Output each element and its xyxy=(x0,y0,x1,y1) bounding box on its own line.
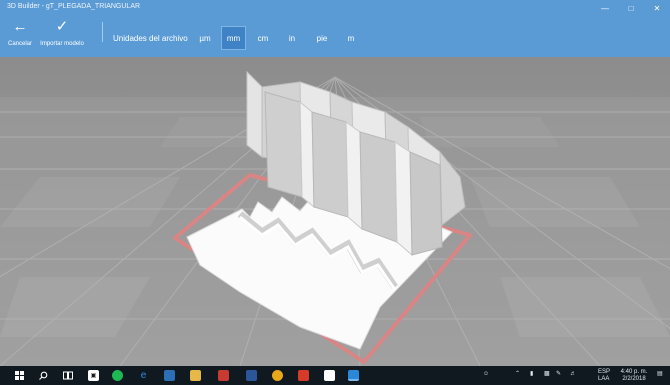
tray-chevron-icon[interactable]: ⌃ xyxy=(515,371,520,378)
windows-taskbar: ▣ e ☺ ⌃ ▮ ▩ ✎ ♬ ESP LAA 4:40 p. m. 2/2/2… xyxy=(0,366,670,385)
maximize-icon[interactable]: □ xyxy=(618,0,644,16)
unit-foot-button[interactable]: pie xyxy=(312,26,332,50)
3d-builder-icon[interactable] xyxy=(348,370,359,381)
window-controls: — □ ✕ xyxy=(592,0,670,16)
app-icon-2[interactable] xyxy=(298,370,309,381)
minimize-icon[interactable]: — xyxy=(592,0,618,16)
language-indicator[interactable]: ESP LAA xyxy=(598,369,610,383)
acrobat-icon[interactable] xyxy=(218,370,229,381)
notifications-icon[interactable]: ▤ xyxy=(657,371,663,378)
battery-icon[interactable]: ▮ xyxy=(530,371,533,378)
task-view-icon[interactable] xyxy=(62,370,73,381)
clock-time: 4:40 p. m. xyxy=(620,369,648,375)
word-icon[interactable] xyxy=(246,370,257,381)
chrome-icon[interactable] xyxy=(272,370,283,381)
check-icon: ✓ xyxy=(55,18,69,35)
unit-inch-button[interactable]: in xyxy=(284,26,300,50)
close-icon[interactable]: ✕ xyxy=(644,0,670,16)
import-model-button[interactable]: ✓ Importar modelo xyxy=(37,18,87,48)
spotify-icon[interactable] xyxy=(112,370,123,381)
window-title: 3D Builder - gT_PLEGADA_TRIANGULAR xyxy=(7,3,141,10)
windows-start-icon[interactable] xyxy=(14,370,25,381)
unit-meter-button[interactable]: m xyxy=(343,26,359,50)
edge-icon[interactable]: e xyxy=(138,370,149,381)
app-icon-3[interactable] xyxy=(324,370,335,381)
volume-icon[interactable]: ♬ xyxy=(570,371,576,378)
import-label: Importar modelo xyxy=(40,41,84,47)
cancel-label: Cancelar xyxy=(7,41,32,47)
scene-canvas xyxy=(0,57,670,366)
pen-icon[interactable]: ✎ xyxy=(556,371,561,378)
toolbar-separator xyxy=(102,22,103,42)
unit-millimeter-button[interactable]: mm xyxy=(221,26,246,50)
clock[interactable]: 4:40 p. m. 2/2/2018 xyxy=(619,369,649,383)
network-icon[interactable]: ▩ xyxy=(544,371,550,378)
file-explorer-icon[interactable] xyxy=(190,370,201,381)
units-label: Unidades del archivo xyxy=(113,34,188,43)
people-icon[interactable]: ☺ xyxy=(483,371,489,378)
app-toolbar: 3D Builder - gT_PLEGADA_TRIANGULAR — □ ✕… xyxy=(0,0,670,57)
app-icon-1[interactable] xyxy=(164,370,175,381)
3d-viewport[interactable] xyxy=(0,57,670,366)
clock-date: 2/2/2018 xyxy=(622,376,646,382)
language-sub: LAA xyxy=(598,376,610,382)
language-code: ESP xyxy=(598,369,611,375)
unit-micrometer-button[interactable]: µm xyxy=(195,26,215,50)
unit-centimeter-button[interactable]: cm xyxy=(253,26,273,50)
store-icon[interactable]: ▣ xyxy=(88,370,99,381)
search-icon[interactable] xyxy=(38,370,49,381)
back-arrow-icon: ← xyxy=(12,18,28,35)
cancel-button[interactable]: ← Cancelar xyxy=(6,18,34,48)
